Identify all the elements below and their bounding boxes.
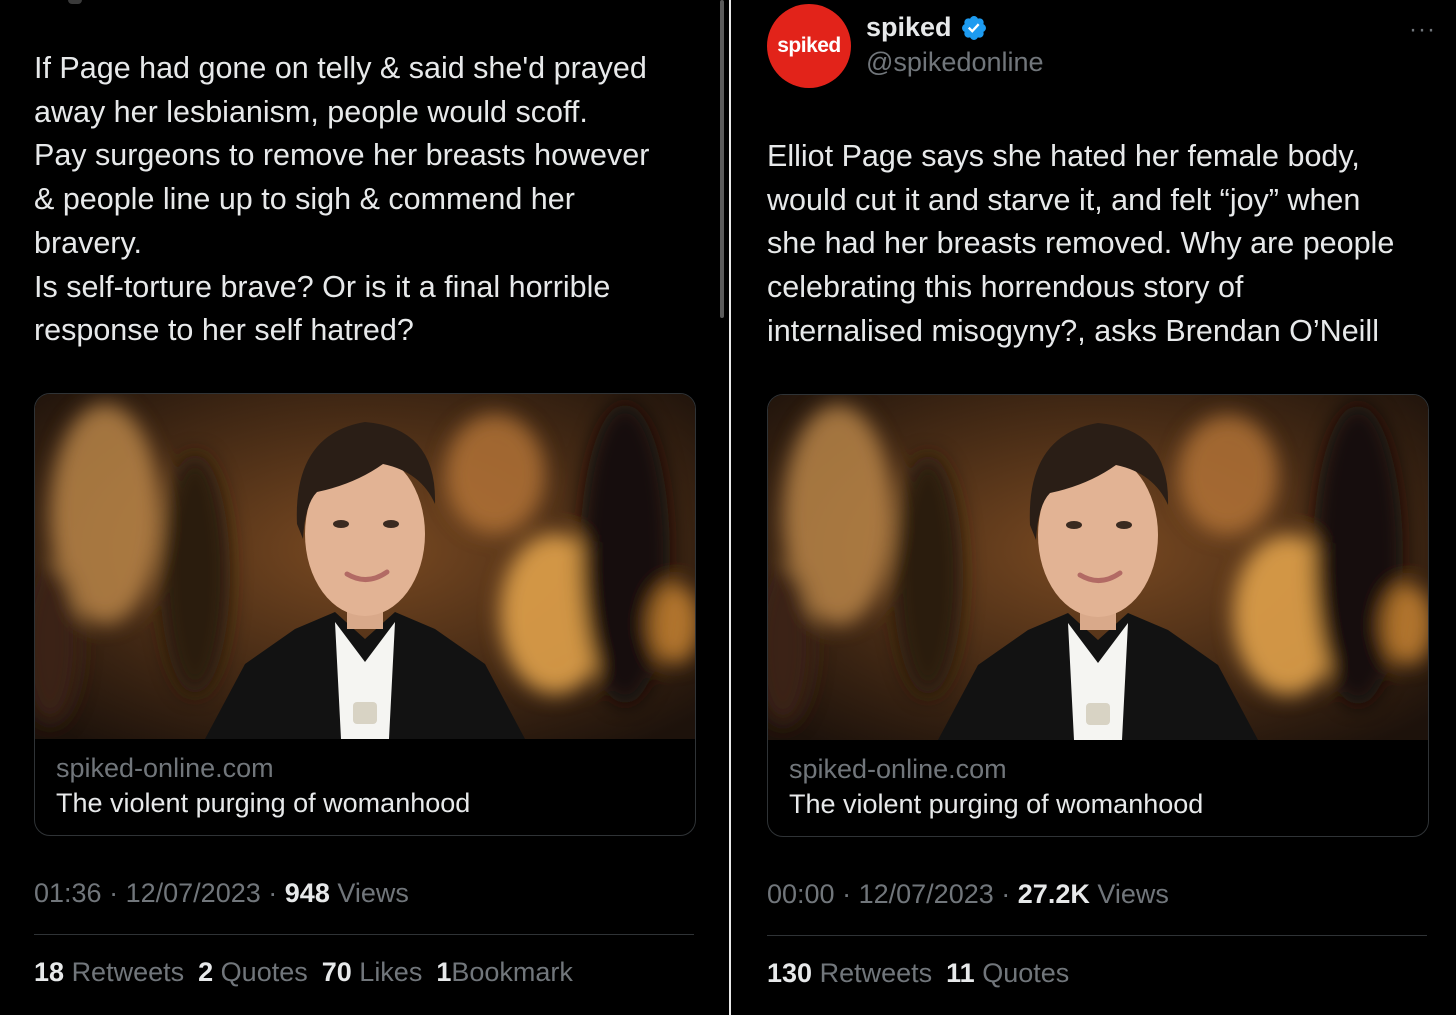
tweet-date: 12/07/2023 [858, 879, 994, 909]
card-image [768, 395, 1428, 740]
divider-line [34, 934, 694, 935]
views-count: 948 [284, 878, 330, 908]
stat-retweets[interactable]: 18 Retweets [34, 957, 184, 988]
scrollbar[interactable] [720, 0, 724, 318]
views-count: 27.2K [1017, 879, 1090, 909]
tweet-time: 00:00 [767, 879, 835, 909]
card-domain: spiked-online.com [56, 753, 274, 783]
divider-line [767, 935, 1427, 936]
tweet-meta: 00:00 · 12/07/2023 · 27.2K Views [767, 879, 1169, 910]
meta-separator: · [109, 878, 119, 908]
card-domain: spiked-online.com [789, 754, 1007, 784]
tweet-time: 01:36 [34, 878, 102, 908]
engagement-stats: 130 Retweets 11 Quotes [767, 958, 1069, 989]
stat-quotes[interactable]: 2 Quotes [198, 957, 308, 988]
link-card[interactable]: spiked-online.com The violent purging of… [767, 394, 1429, 837]
stat-bookmarks[interactable]: 1Bookmark [436, 957, 573, 988]
card-title: The violent purging of womanhood [56, 788, 471, 818]
user-handle[interactable]: @spikedonline [866, 47, 1044, 78]
tweet-text: If Page had gone on telly & said she'd p… [34, 51, 650, 348]
card-image [35, 394, 695, 739]
stat-quotes[interactable]: 11 Quotes [946, 958, 1069, 989]
stat-likes[interactable]: 70 Likes [322, 957, 423, 988]
link-card[interactable]: spiked-online.com The violent purging of… [34, 393, 696, 836]
screenshot-divider [729, 0, 731, 1015]
tweet-date: 12/07/2023 [125, 878, 261, 908]
meta-separator: · [1001, 879, 1011, 909]
tweet-panel-right: spiked spiked @spikedonline ··· Elliot P… [733, 0, 1456, 1015]
more-options-icon[interactable]: ··· [1409, 16, 1436, 44]
tweet-text: Elliot Page says she hated her female bo… [767, 139, 1395, 348]
meta-separator: · [268, 878, 278, 908]
avatar-logo-text: spiked [777, 34, 841, 57]
verified-badge-icon [961, 15, 986, 40]
display-name[interactable]: spiked [866, 12, 952, 43]
avatar-edge [68, 0, 82, 4]
tweet-meta: 01:36 · 12/07/2023 · 948 Views [34, 878, 409, 909]
views-label: Views [337, 878, 409, 908]
meta-separator: · [842, 879, 852, 909]
views-label: Views [1097, 879, 1169, 909]
author-name-row[interactable]: spiked [866, 12, 988, 43]
tweet-panel-left: If Page had gone on telly & said she'd p… [0, 0, 727, 1015]
card-title: The violent purging of womanhood [789, 789, 1204, 819]
avatar[interactable]: spiked [767, 4, 851, 88]
engagement-stats: 18 Retweets 2 Quotes 70 Likes 1Bookmark [34, 957, 573, 988]
stat-retweets[interactable]: 130 Retweets [767, 958, 932, 989]
